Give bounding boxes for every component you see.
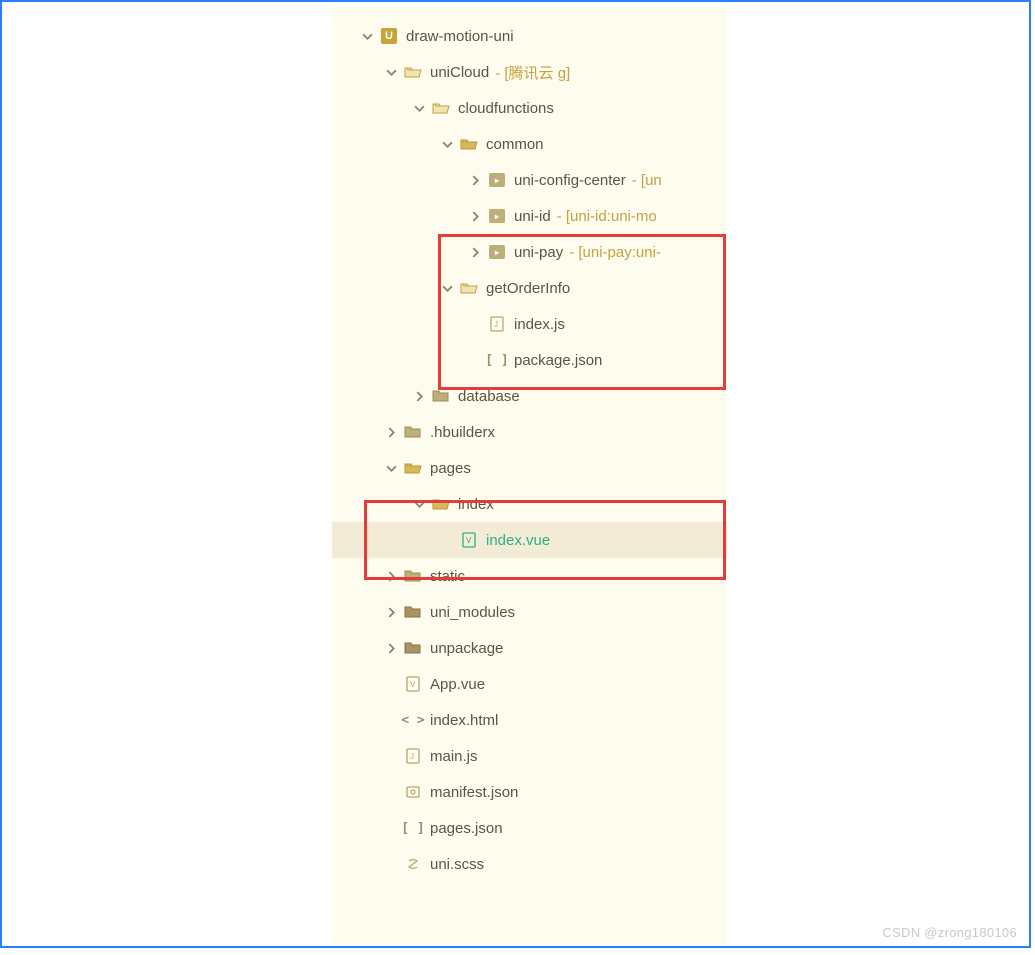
app-frame: U draw-motion-uni uniCloud - [腾讯云 g] clo… xyxy=(0,0,1031,948)
json-file-icon: [ ] xyxy=(488,351,506,369)
tree-item-suffix: - [腾讯云 g] xyxy=(495,62,570,83)
tree-item-label: uni-pay xyxy=(514,244,563,261)
html-file-icon: < > xyxy=(404,711,422,729)
tree-item-uni-scss[interactable]: uni.scss xyxy=(332,846,727,882)
module-folder-icon: ▸ xyxy=(488,243,506,261)
tree-item-label: main.js xyxy=(430,748,478,765)
tree-item-label: index.js xyxy=(514,316,565,333)
module-folder-icon: ▸ xyxy=(488,171,506,189)
js-file-icon: J xyxy=(488,315,506,333)
project-icon: U xyxy=(380,27,398,45)
tree-item-getorderinfo[interactable]: getOrderInfo xyxy=(332,270,727,306)
chevron-down-icon[interactable] xyxy=(440,281,454,295)
tree-item-label: uni.scss xyxy=(430,856,484,873)
tree-item-label: pages xyxy=(430,460,471,477)
tree-item-index-vue[interactable]: V index.vue xyxy=(332,522,727,558)
folder-open-icon xyxy=(432,495,450,513)
tree-item-manifest-json[interactable]: manifest.json xyxy=(332,774,727,810)
tree-item-unicloud[interactable]: uniCloud - [腾讯云 g] xyxy=(332,54,727,90)
svg-text:V: V xyxy=(410,680,416,689)
chevron-down-icon[interactable] xyxy=(384,65,398,79)
tree-item-label: App.vue xyxy=(430,676,485,693)
folder-open-icon xyxy=(460,279,478,297)
tree-item-label: index.html xyxy=(430,712,498,729)
vue-file-icon: V xyxy=(404,675,422,693)
folder-icon xyxy=(404,423,422,441)
json-file-icon: [ ] xyxy=(404,819,422,837)
chevron-down-icon[interactable] xyxy=(360,29,374,43)
tree-item-cloudfunctions[interactable]: cloudfunctions xyxy=(332,90,727,126)
chevron-down-icon[interactable] xyxy=(440,137,454,151)
tree-item-suffix: - [uni-pay:uni- xyxy=(569,244,661,261)
tree-item-pages[interactable]: pages xyxy=(332,450,727,486)
tree-item-uni-config-center[interactable]: ▸ uni-config-center - [un xyxy=(332,162,727,198)
folder-icon xyxy=(404,567,422,585)
tree-item-main-js[interactable]: J main.js xyxy=(332,738,727,774)
tree-item-app-vue[interactable]: V App.vue xyxy=(332,666,727,702)
svg-text:J: J xyxy=(494,320,498,329)
tree-item-index-html[interactable]: < > index.html xyxy=(332,702,727,738)
chevron-down-icon[interactable] xyxy=(412,497,426,511)
tree-item-label: static xyxy=(430,568,465,585)
tree-item-label: package.json xyxy=(514,352,602,369)
folder-open-icon xyxy=(460,135,478,153)
js-file-icon: J xyxy=(404,747,422,765)
tree-item-index-js[interactable]: J index.js xyxy=(332,306,727,342)
tree-item-static[interactable]: static xyxy=(332,558,727,594)
tree-item-package-json[interactable]: [ ] package.json xyxy=(332,342,727,378)
tree-item-label: common xyxy=(486,136,544,153)
tree-item-common[interactable]: common xyxy=(332,126,727,162)
tree-item-uni-pay[interactable]: ▸ uni-pay - [uni-pay:uni- xyxy=(332,234,727,270)
tree-item-database[interactable]: database xyxy=(332,378,727,414)
tree-item-label: cloudfunctions xyxy=(458,100,554,117)
chevron-right-icon[interactable] xyxy=(468,245,482,259)
manifest-file-icon xyxy=(404,783,422,801)
tree-item-root[interactable]: U draw-motion-uni xyxy=(332,18,727,54)
tree-item-label: .hbuilderx xyxy=(430,424,495,441)
chevron-right-icon[interactable] xyxy=(384,425,398,439)
tree-item-label: uni-id xyxy=(514,208,551,225)
chevron-down-icon[interactable] xyxy=(384,461,398,475)
folder-open-icon xyxy=(404,63,422,81)
tree-item-label: draw-motion-uni xyxy=(406,28,514,45)
folder-icon xyxy=(404,603,422,621)
svg-text:V: V xyxy=(466,536,472,545)
file-explorer-tree: U draw-motion-uni uniCloud - [腾讯云 g] clo… xyxy=(332,6,727,944)
tree-item-unpackage[interactable]: unpackage xyxy=(332,630,727,666)
tree-item-label: index xyxy=(458,496,494,513)
folder-icon xyxy=(404,639,422,657)
tree-item-pages-json[interactable]: [ ] pages.json xyxy=(332,810,727,846)
watermark-text: CSDN @zrong180106 xyxy=(882,925,1017,940)
folder-icon xyxy=(432,387,450,405)
tree-item-label: pages.json xyxy=(430,820,503,837)
chevron-right-icon[interactable] xyxy=(384,641,398,655)
tree-item-suffix: - [uni-id:uni-mo xyxy=(557,208,657,225)
chevron-right-icon[interactable] xyxy=(468,173,482,187)
tree-item-hbuilderx[interactable]: .hbuilderx xyxy=(332,414,727,450)
folder-open-icon xyxy=(404,459,422,477)
tree-item-label: uniCloud xyxy=(430,64,489,81)
tree-item-label: unpackage xyxy=(430,640,503,657)
tree-item-label: manifest.json xyxy=(430,784,518,801)
tree-item-label: database xyxy=(458,388,520,405)
tree-item-uni-id[interactable]: ▸ uni-id - [uni-id:uni-mo xyxy=(332,198,727,234)
vue-file-icon: V xyxy=(460,531,478,549)
scss-file-icon xyxy=(404,855,422,873)
chevron-right-icon[interactable] xyxy=(384,605,398,619)
tree-item-suffix: - [un xyxy=(632,172,662,189)
chevron-right-icon[interactable] xyxy=(384,569,398,583)
tree-item-label: uni-config-center xyxy=(514,172,626,189)
chevron-right-icon[interactable] xyxy=(412,389,426,403)
svg-text:J: J xyxy=(410,752,414,761)
chevron-down-icon[interactable] xyxy=(412,101,426,115)
tree-item-label: getOrderInfo xyxy=(486,280,570,297)
tree-item-uni-modules[interactable]: uni_modules xyxy=(332,594,727,630)
tree-item-pages-index[interactable]: index xyxy=(332,486,727,522)
folder-open-icon xyxy=(432,99,450,117)
chevron-right-icon[interactable] xyxy=(468,209,482,223)
module-folder-icon: ▸ xyxy=(488,207,506,225)
tree-item-label: uni_modules xyxy=(430,604,515,621)
tree-item-label: index.vue xyxy=(486,532,550,549)
